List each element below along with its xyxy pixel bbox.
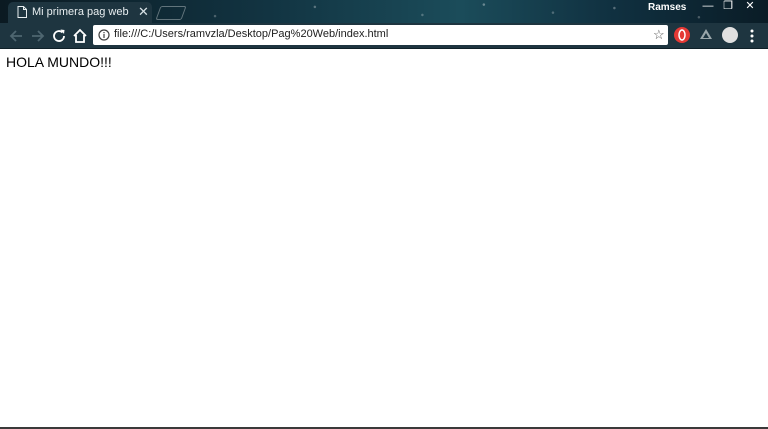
url-text[interactable]: file:///C:/Users/ramvzla/Desktop/Pag%20W… (114, 28, 388, 40)
page-content: HOLA MUNDO!!! (0, 49, 768, 427)
extension-icon[interactable] (674, 27, 690, 43)
home-icon[interactable] (71, 27, 89, 45)
extension-glyph-icon (678, 29, 686, 41)
menu-icon[interactable] (746, 28, 758, 44)
forward-arrow-icon[interactable] (28, 27, 46, 45)
page-icon (17, 6, 27, 18)
tab-close-icon[interactable]: ✕ (138, 4, 149, 19)
hello-world-text: HOLA MUNDO!!! (6, 54, 112, 70)
tab-title: Mi primera pag web (32, 6, 129, 18)
close-window-button[interactable]: ✕ (738, 0, 762, 14)
tab-mi-primera-pag-web[interactable]: Mi primera pag web ✕ (8, 2, 152, 23)
info-icon[interactable] (98, 29, 110, 41)
star-icon[interactable]: ☆ (653, 28, 665, 41)
drive-icon[interactable] (698, 27, 714, 43)
browser-window: Mi primera pag web ✕ Ramses — ❐ ✕ file:/… (0, 0, 768, 429)
drive-glyph-icon (700, 29, 712, 39)
kebab-menu-icon (750, 29, 754, 43)
reload-icon[interactable] (50, 27, 68, 45)
restore-button[interactable]: ❐ (716, 0, 740, 14)
profile-button[interactable]: Ramses (640, 1, 694, 15)
profile-extension-icon[interactable] (722, 27, 738, 43)
browser-toolbar: file:///C:/Users/ramvzla/Desktop/Pag%20W… (0, 23, 768, 49)
back-arrow-icon[interactable] (8, 27, 26, 45)
title-bar: Mi primera pag web ✕ Ramses — ❐ ✕ (0, 0, 768, 23)
address-bar[interactable]: file:///C:/Users/ramvzla/Desktop/Pag%20W… (93, 25, 668, 45)
new-tab-button[interactable] (155, 6, 187, 20)
